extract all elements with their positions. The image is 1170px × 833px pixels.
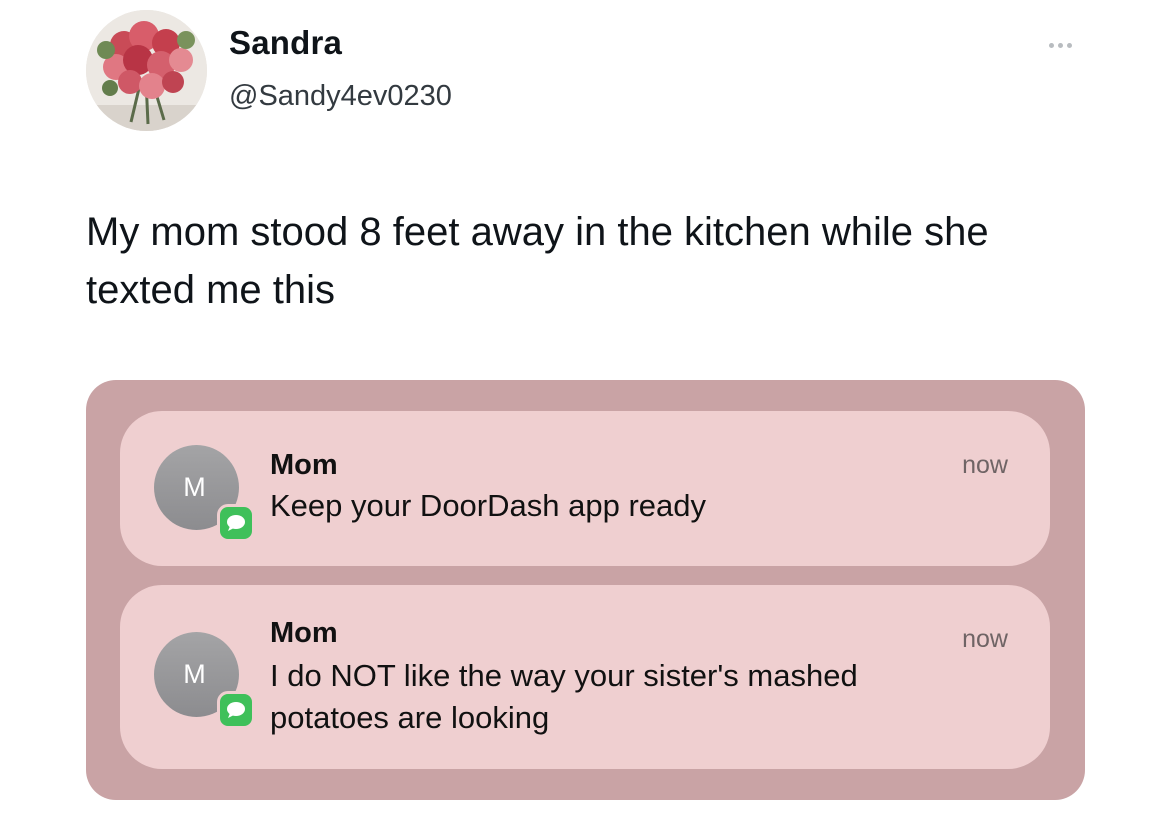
notification-message: Keep your DoorDash app ready [270, 488, 706, 523]
author-display-name[interactable]: Sandra [229, 24, 342, 62]
ellipsis-icon [1048, 42, 1054, 48]
notification-card: M Mom Keep your DoorDash app ready now [120, 411, 1050, 566]
notification-time: now [962, 451, 1008, 479]
author-handle[interactable]: @Sandy4ev0230 [229, 80, 452, 113]
ellipsis-icon [1057, 42, 1063, 48]
avatar-initial: M [183, 472, 206, 502]
notification-time: now [962, 625, 1008, 653]
contact-avatar: M [154, 632, 255, 729]
tweet: Sandra @Sandy4ev0230 My mom stood 8 feet… [0, 0, 1170, 833]
post-image[interactable]: M Mom Keep your DoorDash app ready now M [86, 380, 1085, 800]
notification-sender: Mom [270, 617, 338, 649]
notification-message: I do NOT like the way your sister's mash… [270, 658, 858, 735]
messages-icon [217, 691, 255, 729]
post-text: My mom stood 8 feet away in the kitchen … [86, 210, 989, 312]
ellipsis-icon [1066, 42, 1072, 48]
profile-avatar[interactable] [86, 10, 207, 131]
notification-card: M Mom I do NOT like the way your sister'… [120, 585, 1050, 769]
messages-icon [217, 504, 255, 542]
flower-bouquet-icon [86, 10, 207, 131]
avatar-initial: M [183, 659, 206, 689]
contact-avatar: M [154, 445, 255, 542]
more-options-button[interactable] [1040, 34, 1080, 56]
notification-sender: Mom [270, 449, 338, 481]
